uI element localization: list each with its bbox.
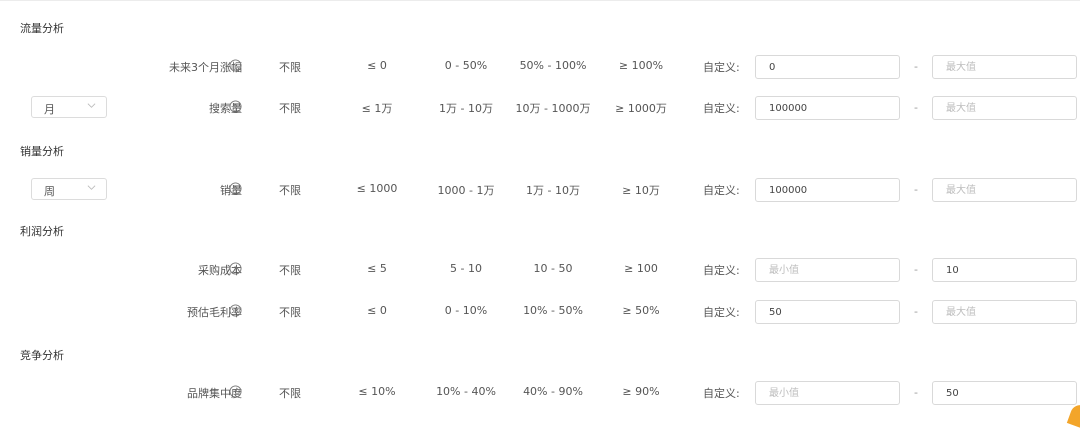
option-range[interactable]: ≤ 0: [337, 304, 417, 317]
floating-corner-widget[interactable]: [1066, 402, 1080, 430]
option-range[interactable]: ≥ 10万: [601, 182, 681, 198]
period-dropdown[interactable]: 月: [31, 96, 107, 118]
max-value-input[interactable]: [932, 300, 1077, 324]
option-range[interactable]: 1万 - 10万: [513, 182, 593, 198]
section-title-profit: 利润分析: [20, 225, 64, 238]
option-range[interactable]: 5 - 10: [426, 262, 506, 275]
svg-text:?: ?: [234, 306, 238, 315]
top-divider: [0, 0, 1080, 1]
option-range[interactable]: 10% - 50%: [513, 304, 593, 317]
option-range[interactable]: ≥ 100: [601, 262, 681, 275]
svg-text:?: ?: [234, 387, 238, 396]
help-icon[interactable]: ?: [229, 304, 242, 317]
filter-row-search-volume: 月 搜索量 ? 不限 ≤ 1万 1万 - 10万 10万 - 1000万 ≥ 1…: [0, 96, 1080, 120]
svg-text:?: ?: [234, 102, 238, 111]
help-icon[interactable]: ?: [229, 385, 242, 398]
filter-row-gross-margin: 预估毛利率 ? 不限 ≤ 0 0 - 10% 10% - 50% ≥ 50% 自…: [0, 300, 1080, 324]
option-range[interactable]: 10万 - 1000万: [513, 100, 593, 116]
custom-label: 自定义:: [703, 306, 740, 319]
range-dash: -: [914, 263, 918, 276]
max-value-input[interactable]: [932, 381, 1077, 405]
option-range[interactable]: ≥ 50%: [601, 304, 681, 317]
option-unlimited[interactable]: 不限: [250, 59, 330, 75]
filter-row-brand-concentration: 品牌集中度 ? 不限 ≤ 10% 10% - 40% 40% - 90% ≥ 9…: [0, 381, 1080, 405]
min-value-input[interactable]: [755, 381, 900, 405]
option-unlimited[interactable]: 不限: [250, 304, 330, 320]
range-dash: -: [914, 183, 918, 196]
option-range[interactable]: 40% - 90%: [513, 385, 593, 398]
dropdown-value: 周: [44, 185, 55, 198]
option-range[interactable]: 0 - 50%: [426, 59, 506, 72]
custom-label: 自定义:: [703, 61, 740, 74]
range-dash: -: [914, 60, 918, 73]
option-range[interactable]: ≥ 90%: [601, 385, 681, 398]
max-value-input[interactable]: [932, 55, 1077, 79]
option-unlimited[interactable]: 不限: [250, 262, 330, 278]
option-range[interactable]: ≥ 1000万: [601, 100, 681, 116]
help-icon[interactable]: ?: [229, 182, 242, 195]
max-value-input[interactable]: [932, 258, 1077, 282]
option-unlimited[interactable]: 不限: [250, 385, 330, 401]
option-range[interactable]: 0 - 10%: [426, 304, 506, 317]
option-range[interactable]: ≤ 0: [337, 59, 417, 72]
chevron-down-icon: [87, 103, 96, 108]
chevron-down-icon: [87, 185, 96, 190]
option-range[interactable]: ≤ 1000: [337, 182, 417, 195]
filter-row-growth: 未来3个月涨幅 ? 不限 ≤ 0 0 - 50% 50% - 100% ≥ 10…: [0, 55, 1080, 79]
option-unlimited[interactable]: 不限: [250, 182, 330, 198]
range-dash: -: [914, 305, 918, 318]
period-dropdown[interactable]: 周: [31, 178, 107, 200]
custom-label: 自定义:: [703, 102, 740, 115]
min-value-input[interactable]: [755, 96, 900, 120]
dropdown-value: 月: [44, 103, 55, 116]
help-icon[interactable]: ?: [229, 100, 242, 113]
option-range[interactable]: 10 - 50: [513, 262, 593, 275]
option-range[interactable]: ≤ 10%: [337, 385, 417, 398]
max-value-input[interactable]: [932, 96, 1077, 120]
min-value-input[interactable]: [755, 258, 900, 282]
svg-text:?: ?: [234, 184, 238, 193]
filter-row-sales: 周 销量 ? 不限 ≤ 1000 1000 - 1万 1万 - 10万 ≥ 10…: [0, 178, 1080, 202]
custom-label: 自定义:: [703, 184, 740, 197]
svg-text:?: ?: [234, 61, 238, 70]
option-range[interactable]: 10% - 40%: [426, 385, 506, 398]
min-value-input[interactable]: [755, 300, 900, 324]
range-dash: -: [914, 386, 918, 399]
section-title-sales: 销量分析: [20, 145, 64, 158]
option-range[interactable]: 50% - 100%: [513, 59, 593, 72]
filter-row-purchase-cost: 采购成本 ? 不限 ≤ 5 5 - 10 10 - 50 ≥ 100 自定义: …: [0, 258, 1080, 282]
max-value-input[interactable]: [932, 178, 1077, 202]
section-title-traffic: 流量分析: [20, 22, 64, 35]
svg-text:?: ?: [234, 264, 238, 273]
option-range[interactable]: ≥ 100%: [601, 59, 681, 72]
option-unlimited[interactable]: 不限: [250, 100, 330, 116]
range-dash: -: [914, 101, 918, 114]
option-range[interactable]: ≤ 1万: [337, 100, 417, 116]
help-icon[interactable]: ?: [229, 262, 242, 275]
option-range[interactable]: ≤ 5: [337, 262, 417, 275]
min-value-input[interactable]: [755, 178, 900, 202]
section-title-competition: 竞争分析: [20, 349, 64, 362]
custom-label: 自定义:: [703, 264, 740, 277]
option-range[interactable]: 1万 - 10万: [426, 100, 506, 116]
min-value-input[interactable]: [755, 55, 900, 79]
help-icon[interactable]: ?: [229, 59, 242, 72]
custom-label: 自定义:: [703, 387, 740, 400]
option-range[interactable]: 1000 - 1万: [426, 182, 506, 198]
